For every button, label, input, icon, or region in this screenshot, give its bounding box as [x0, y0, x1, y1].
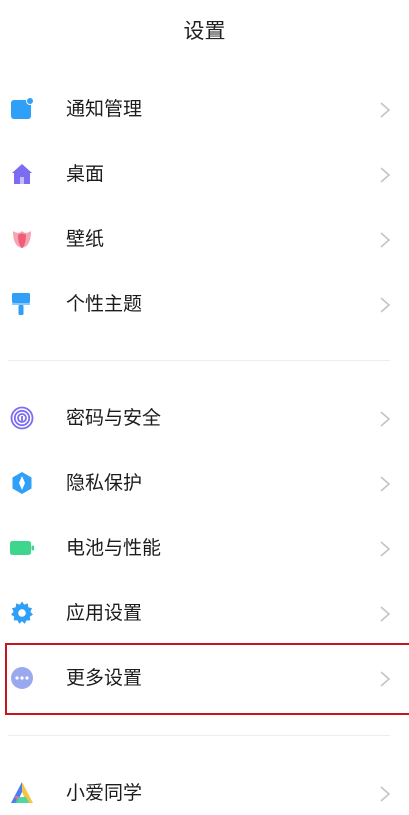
chevron-right-icon	[379, 166, 391, 184]
settings-item-notifications[interactable]: 通知管理	[0, 77, 409, 141]
settings-item-label: 通知管理	[66, 98, 143, 120]
settings-item-app-settings[interactable]: 应用设置	[0, 581, 409, 645]
chevron-right-icon	[379, 540, 391, 558]
privacy-shield-icon	[10, 471, 34, 495]
chevron-right-icon	[379, 231, 391, 249]
settings-item-battery[interactable]: 电池与性能	[0, 516, 409, 580]
settings-item-label: 壁纸	[66, 228, 105, 250]
chevron-right-icon	[379, 410, 391, 428]
settings-item-label: 个性主题	[66, 293, 143, 315]
tulip-icon	[10, 227, 34, 251]
notification-icon	[10, 97, 34, 121]
home-icon	[10, 162, 34, 186]
settings-item-xiaoai[interactable]: 小爱同学	[0, 761, 409, 815]
settings-item-privacy[interactable]: 隐私保护	[0, 451, 409, 515]
xiaoai-icon	[10, 781, 34, 805]
settings-item-label: 隐私保护	[66, 472, 143, 494]
group-divider	[8, 735, 390, 736]
settings-item-label: 更多设置	[66, 667, 143, 689]
page-title: 设置	[183, 19, 226, 43]
chevron-right-icon	[379, 475, 391, 493]
battery-icon	[10, 536, 34, 560]
settings-item-themes[interactable]: 个性主题	[0, 272, 409, 336]
settings-item-home[interactable]: 桌面	[0, 142, 409, 206]
chevron-right-icon	[379, 101, 391, 119]
chevron-right-icon	[379, 296, 391, 314]
chevron-right-icon	[379, 785, 391, 803]
group-divider	[8, 360, 390, 361]
settings-item-more-settings[interactable]: 更多设置	[0, 646, 409, 710]
settings-item-password-security[interactable]: 密码与安全	[0, 386, 409, 450]
settings-item-label: 电池与性能	[66, 537, 162, 559]
settings-item-label: 密码与安全	[66, 407, 162, 429]
more-dots-icon	[10, 666, 34, 690]
settings-item-wallpaper[interactable]: 壁纸	[0, 207, 409, 271]
fingerprint-icon	[10, 406, 34, 430]
settings-item-label: 桌面	[66, 163, 105, 185]
paintbrush-icon	[10, 292, 34, 316]
gear-icon	[10, 601, 34, 625]
settings-item-label: 应用设置	[66, 602, 143, 624]
chevron-right-icon	[379, 670, 391, 688]
chevron-right-icon	[379, 605, 391, 623]
settings-item-label: 小爱同学	[66, 782, 143, 804]
